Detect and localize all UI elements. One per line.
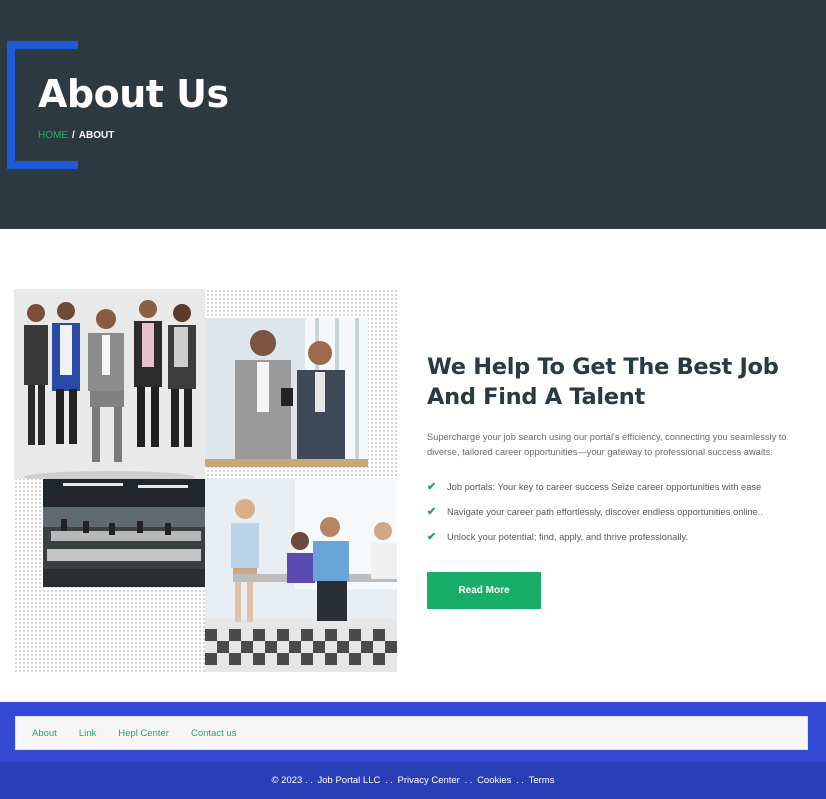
company-link[interactable]: Job Portal LLC — [318, 775, 381, 786]
section-heading-line1: We Help To Get The Best Job — [427, 354, 779, 380]
privacy-center-link[interactable]: Privacy Center — [398, 775, 460, 786]
meeting-photo — [205, 479, 397, 672]
footer-link-help-center[interactable]: Hepl Center — [118, 728, 169, 739]
footer-separator: . . — [384, 775, 393, 786]
footer-link-about[interactable]: About — [32, 728, 57, 739]
checkmark-icon: ✔ — [427, 506, 437, 518]
checklist-item: ✔ Job portals: Your key to career success… — [427, 474, 812, 499]
checkmark-icon: ✔ — [427, 531, 437, 543]
breadcrumb-home-link[interactable]: HOME — [38, 130, 68, 141]
checklist-item-text: Unlock your potential; find, apply, and … — [447, 531, 688, 542]
cookies-link[interactable]: Cookies — [477, 775, 511, 786]
section-description: Supercharge your job search using our po… — [427, 432, 787, 457]
copyright-text: © 2023 . . — [271, 775, 313, 786]
breadcrumb-current: ABOUT — [78, 130, 115, 141]
checklist-item: ✔ Navigate your career path effortlessly,… — [427, 499, 812, 524]
footer-separator: . . — [516, 775, 524, 786]
footer-link-link[interactable]: Link — [79, 728, 96, 739]
businessmen-photo — [205, 318, 368, 467]
checklist-item-text: Navigate your career path effortlessly, … — [447, 506, 763, 517]
team-group-photo — [14, 289, 205, 479]
photo-collage — [14, 289, 397, 672]
breadcrumb: HOME / ABOUT — [38, 130, 114, 141]
feature-checklist: ✔ Job portals: Your key to career success… — [427, 474, 812, 549]
read-more-button[interactable]: Read More — [427, 572, 541, 609]
footer-separator: . . — [464, 775, 473, 786]
checkmark-icon: ✔ — [427, 481, 437, 493]
about-content: We Help To Get The Best Job And Find A T… — [427, 352, 812, 609]
checklist-item-text: Job portals: Your key to career success … — [447, 481, 762, 492]
open-office-photo — [43, 479, 205, 587]
footer-link-contact[interactable]: Contact us — [191, 728, 236, 739]
footer-nav: About Link Hepl Center Contact us — [15, 716, 808, 750]
breadcrumb-separator: / — [72, 130, 75, 141]
section-heading: We Help To Get The Best Job And Find A T… — [427, 352, 812, 412]
section-heading-line2: And Find A Talent — [427, 384, 645, 410]
checklist-item: ✔ Unlock your potential; find, apply, and… — [427, 524, 812, 549]
page-hero: About Us HOME / ABOUT — [0, 0, 826, 229]
terms-link[interactable]: Terms — [529, 775, 555, 786]
footer-copyright-bar: © 2023 . . Job Portal LLC . . Privacy Ce… — [0, 762, 826, 799]
page-title: About Us — [38, 72, 229, 116]
